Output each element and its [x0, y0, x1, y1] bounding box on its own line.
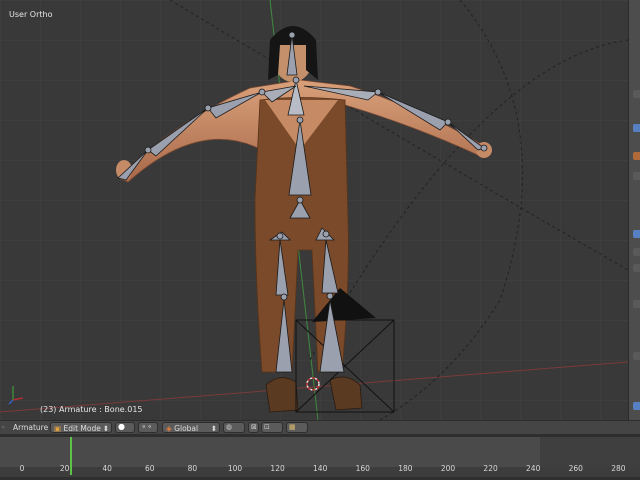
- transform-orientation-selector[interactable]: ◈ Global ⬍: [162, 422, 220, 433]
- armature-menu[interactable]: Armature: [13, 422, 48, 433]
- ruler-tick-label: 20: [59, 464, 70, 473]
- ruler-tick-label: 120: [270, 464, 285, 473]
- properties-strip[interactable]: [628, 0, 640, 420]
- bone-icon[interactable]: [633, 248, 640, 256]
- render-settings-icon[interactable]: [633, 124, 640, 132]
- solid-shading-icon[interactable]: ●: [115, 422, 135, 433]
- orientation-label: Global: [174, 424, 199, 433]
- render-icon[interactable]: ▦: [286, 422, 308, 433]
- bone-constraint-icon[interactable]: [633, 264, 640, 272]
- tool-icon[interactable]: [633, 90, 640, 98]
- view-name-label: User Ortho: [9, 10, 53, 19]
- chevron-icon-2: ⬍: [210, 424, 217, 433]
- snap-icon[interactable]: ⊠: [248, 422, 259, 433]
- editor-type-icon[interactable]: ◦: [1, 422, 5, 433]
- ruler-tick-label: 240: [526, 464, 541, 473]
- transform-orientation-icon: ◈: [166, 424, 172, 433]
- 3d-viewport[interactable]: User Ortho (23) Armature : Bone.015: [0, 0, 628, 420]
- mode-selector[interactable]: ▣ Edit Mode ⬍: [50, 422, 112, 433]
- pivot-point-icon[interactable]: ⚬⚬: [138, 422, 158, 433]
- layer-icon[interactable]: ◍: [223, 422, 245, 433]
- ruler-tick-label: 200: [440, 464, 456, 473]
- ruler-tick-label: 80: [187, 464, 198, 473]
- current-frame-playhead[interactable]: [69, 437, 72, 475]
- mode-label: Edit Mode: [63, 424, 101, 433]
- snap-target-icon[interactable]: ⊡: [261, 422, 283, 433]
- ruler-tick-label: 100: [227, 464, 243, 473]
- ruler-tick-label: 40: [102, 464, 112, 473]
- ruler-tick-label: 60: [145, 464, 155, 473]
- ruler-tick-label: 280: [611, 464, 626, 473]
- timeline-editor[interactable]: 0 20 40 60 80 100 120 140 160 180 200 220 240 260 280: [0, 434, 640, 480]
- viewport-header: ◦ Armature ▣ Edit Mode ⬍ ● ⚬⚬ ◈ Global ⬍…: [0, 420, 640, 434]
- ruler-tick-label: 220: [483, 464, 498, 473]
- ruler-tick-label: 180: [398, 464, 413, 473]
- object-icon[interactable]: [633, 152, 640, 160]
- active-object-info: (23) Armature : Bone.015: [40, 405, 143, 414]
- frame-range-overlay: [540, 437, 640, 467]
- edit-mode-icon: ▣: [54, 424, 62, 433]
- ruler-tick-label: 160: [355, 464, 370, 473]
- armature-data-icon[interactable]: [633, 230, 640, 238]
- panel-toggle-icon[interactable]: [633, 300, 640, 308]
- ruler-tick-label: 140: [313, 464, 328, 473]
- scene-canvas: [0, 0, 628, 420]
- ruler-tick-label: 260: [568, 464, 583, 473]
- chevron-icon: ⬍: [102, 424, 109, 433]
- constraint-icon[interactable]: [633, 172, 640, 180]
- panel-toggle-icon-2[interactable]: [633, 352, 640, 360]
- panel-toggle-icon-3[interactable]: [633, 402, 640, 410]
- ruler-tick-label: 0: [19, 464, 25, 473]
